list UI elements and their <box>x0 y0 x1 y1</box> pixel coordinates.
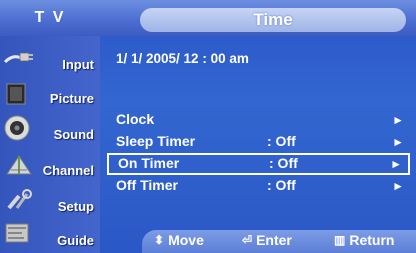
top-bar: T V Time <box>0 0 416 36</box>
right-arrow-icon: ► <box>392 135 404 149</box>
current-date-time: 1/ 1/ 2005/ 12 : 00 am <box>116 51 249 66</box>
row-label: Off Timer <box>116 177 178 193</box>
setup-tools-icon <box>7 189 32 210</box>
row-value: : Off <box>267 133 296 149</box>
sidebar-item-label: Guide <box>57 233 94 248</box>
sidebar-item-label: Channel <box>42 163 94 178</box>
sidebar-item-label: Picture <box>49 91 94 106</box>
right-arrow-icon: ► <box>392 179 404 193</box>
hint-move: ⬍ Move <box>154 232 204 248</box>
row-label: On Timer <box>118 155 180 171</box>
satellite-dish-icon <box>6 155 32 175</box>
sidebar-item-input[interactable]: Input <box>0 42 100 78</box>
menu-row-sleep-timer[interactable]: Sleep Timer : Off ► <box>107 132 410 152</box>
sidebar: Input Picture Sound Channel Setup Guide <box>0 36 100 253</box>
sidebar-item-sound[interactable]: Sound <box>0 112 100 148</box>
sidebar-item-label: Setup <box>57 199 94 214</box>
sidebar-item-picture[interactable]: Picture <box>0 76 100 112</box>
sidebar-item-guide[interactable]: Guide <box>0 218 100 253</box>
tv-label: T V <box>34 9 66 26</box>
menu-row-on-timer[interactable]: On Timer : Off ► <box>107 153 410 175</box>
row-value: : Off <box>267 177 296 193</box>
row-label: Clock <box>116 111 155 127</box>
row-label: Sleep Timer <box>116 133 196 149</box>
program-guide-icon <box>5 223 29 243</box>
speaker-icon <box>4 115 30 141</box>
right-arrow-icon: ► <box>390 157 402 171</box>
menu-row-clock[interactable]: Clock ► <box>107 110 410 130</box>
menu-title: Time <box>140 8 406 32</box>
bottom-hint-bar: ⬍ Move ⏎ Enter ▥ Return <box>100 226 416 253</box>
up-down-arrow-icon: ⬍ <box>154 233 165 247</box>
sidebar-item-label: Input <box>62 57 94 72</box>
tv-osd-screen: T V Time Input Picture Sound Channel Set… <box>0 0 416 253</box>
right-arrow-icon: ► <box>392 113 404 127</box>
enter-icon: ⏎ <box>242 233 253 247</box>
time-menu-panel: 1/ 1/ 2005/ 12 : 00 am Clock ► Sleep Tim… <box>100 36 416 226</box>
menu-row-off-timer[interactable]: Off Timer : Off ► <box>107 176 410 196</box>
sidebar-item-label: Sound <box>53 127 94 142</box>
hint-return-label: Return <box>349 232 395 248</box>
return-icon: ▥ <box>334 233 346 247</box>
hint-enter-label: Enter <box>256 232 292 248</box>
hint-return: ▥ Return <box>334 232 394 248</box>
hint-move-label: Move <box>168 232 204 248</box>
input-plug-icon <box>3 52 33 64</box>
picture-icon <box>6 83 26 105</box>
row-value: : Off <box>269 155 298 171</box>
sidebar-item-setup[interactable]: Setup <box>0 184 100 220</box>
sidebar-item-channel[interactable]: Channel <box>0 148 100 184</box>
hint-enter: ⏎ Enter <box>242 232 292 248</box>
